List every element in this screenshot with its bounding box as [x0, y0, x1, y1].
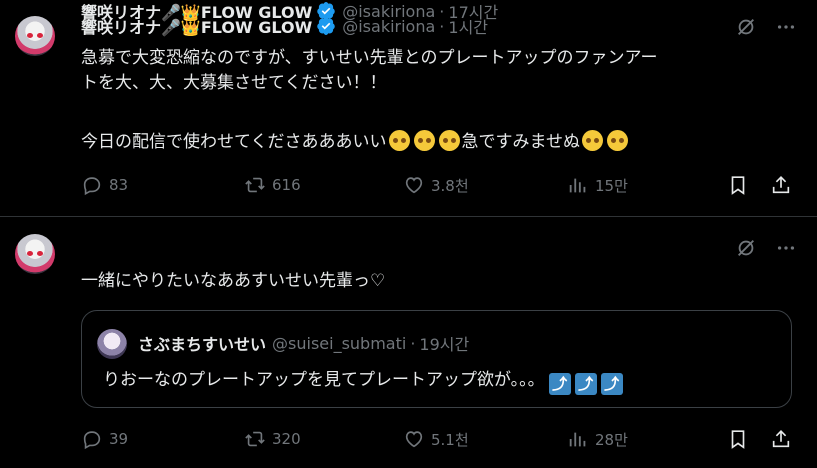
views-button[interactable]: 15만: [567, 174, 628, 196]
pleading-face-emoji: [438, 130, 460, 151]
more-icon[interactable]: [775, 16, 797, 38]
like-icon: [405, 431, 423, 448]
bookmark-icon: [731, 176, 745, 195]
views-button[interactable]: 28만: [567, 428, 628, 450]
tweet-text-segment: 今日の配信で使わせてくださあああいい: [81, 132, 387, 152]
pleading-face-emoji: [388, 130, 410, 151]
tweet-top-actions: [735, 237, 797, 259]
repost-count: 616: [272, 176, 301, 194]
views-icon: [569, 178, 586, 193]
tweet-text-line: 急募で大変恐縮なのですが、すいせい先輩とのプレートアップのファンアー: [81, 48, 658, 68]
quoted-text-content: りおーなのプレートアップを見てプレートアップ欲が。。。: [103, 370, 545, 390]
separator-dot: ·: [439, 1, 445, 21]
pleading-face-emoji: [413, 130, 435, 151]
share-button[interactable]: [770, 174, 798, 196]
reply-count: 39: [109, 430, 129, 448]
views-count: 15만: [595, 176, 628, 195]
tweet-text-line: 今日の配信で使わせてくださあああいい 急ですみませぬ: [81, 130, 781, 154]
reply-button[interactable]: 39: [81, 428, 128, 450]
author-name[interactable]: 響咲リオナ🎤👑FLOW GLOW: [81, 0, 312, 23]
views-count: 28만: [595, 430, 628, 449]
grok-icon[interactable]: [735, 237, 757, 259]
avatar[interactable]: [15, 16, 55, 56]
views-icon: [569, 432, 586, 447]
bookmark-button[interactable]: [727, 174, 755, 196]
reply-icon: [83, 431, 101, 450]
timestamp[interactable]: 17시간: [448, 0, 498, 23]
quoted-tweet[interactable]: さぶまちすいせい @suisei_submati · 19시간 りおーなのプレー…: [81, 310, 792, 408]
like-count: 3.8천: [431, 176, 469, 195]
quoted-timestamp: 19시간: [419, 335, 470, 354]
reply-icon: [83, 177, 101, 196]
arrow-up-right-emoji: ⤴: [574, 373, 597, 395]
tweet-top-actions: [735, 16, 797, 38]
like-button[interactable]: 5.1천: [403, 428, 469, 450]
author-handle[interactable]: @isakiriona: [342, 2, 435, 21]
pleading-face-emoji: [607, 130, 628, 151]
tweet-actions: 39 320 5.1천 28만: [81, 428, 796, 452]
share-button[interactable]: [770, 428, 798, 450]
quoted-text: りおーなのプレートアップを見てプレートアップ欲が。。。 ⤴ ⤴ ⤴: [103, 368, 623, 395]
repost-button[interactable]: 616: [244, 174, 301, 196]
grok-icon[interactable]: [735, 16, 757, 38]
like-button[interactable]: 3.8천: [403, 174, 469, 196]
tweet[interactable]: 響咲リオナ🎤👑FLOW GLOW @isakiriona · 1시간 急募で大変…: [0, 0, 817, 217]
arrow-up-right-emoji: ⤴: [548, 373, 571, 395]
share-icon: [772, 430, 790, 448]
like-count: 5.1천: [431, 430, 469, 449]
reply-button[interactable]: 83: [81, 174, 128, 196]
quoted-author-handle: @suisei_submati: [272, 333, 407, 353]
quoted-avatar[interactable]: [97, 329, 127, 359]
tweet-text-line: 一緒にやりたいなああすいせい先輩っ♡: [81, 271, 386, 291]
separator-dot: ·: [410, 333, 416, 353]
quoted-header: さぶまちすいせい @suisei_submati · 19시간: [138, 331, 469, 355]
tweet-text-line: トを大、大、大募集させてください！！: [81, 73, 387, 93]
repost-count: 320: [272, 430, 301, 448]
repost-icon: [245, 177, 265, 193]
repost-icon: [245, 431, 265, 447]
avatar[interactable]: [15, 234, 55, 274]
like-icon: [405, 177, 423, 194]
tweet-actions: 83 616 3.8천 15만: [81, 174, 796, 198]
quoted-author-name: さぶまちすいせい: [138, 335, 267, 354]
tweet-header: 響咲リオナ🎤👑FLOW GLOW @isakiriona · 17시간: [81, 0, 498, 23]
more-icon[interactable]: [775, 237, 797, 259]
tweet-text-segment: 急ですみませぬ: [461, 132, 581, 152]
reply-count: 83: [109, 176, 129, 194]
bookmark-icon: [731, 430, 745, 449]
share-icon: [772, 176, 790, 194]
pleading-face-emoji: [582, 130, 603, 151]
repost-button[interactable]: 320: [244, 428, 301, 450]
verified-icon: [317, 2, 335, 20]
bookmark-button[interactable]: [727, 428, 755, 450]
arrow-up-right-emoji: ⤴: [600, 373, 623, 395]
